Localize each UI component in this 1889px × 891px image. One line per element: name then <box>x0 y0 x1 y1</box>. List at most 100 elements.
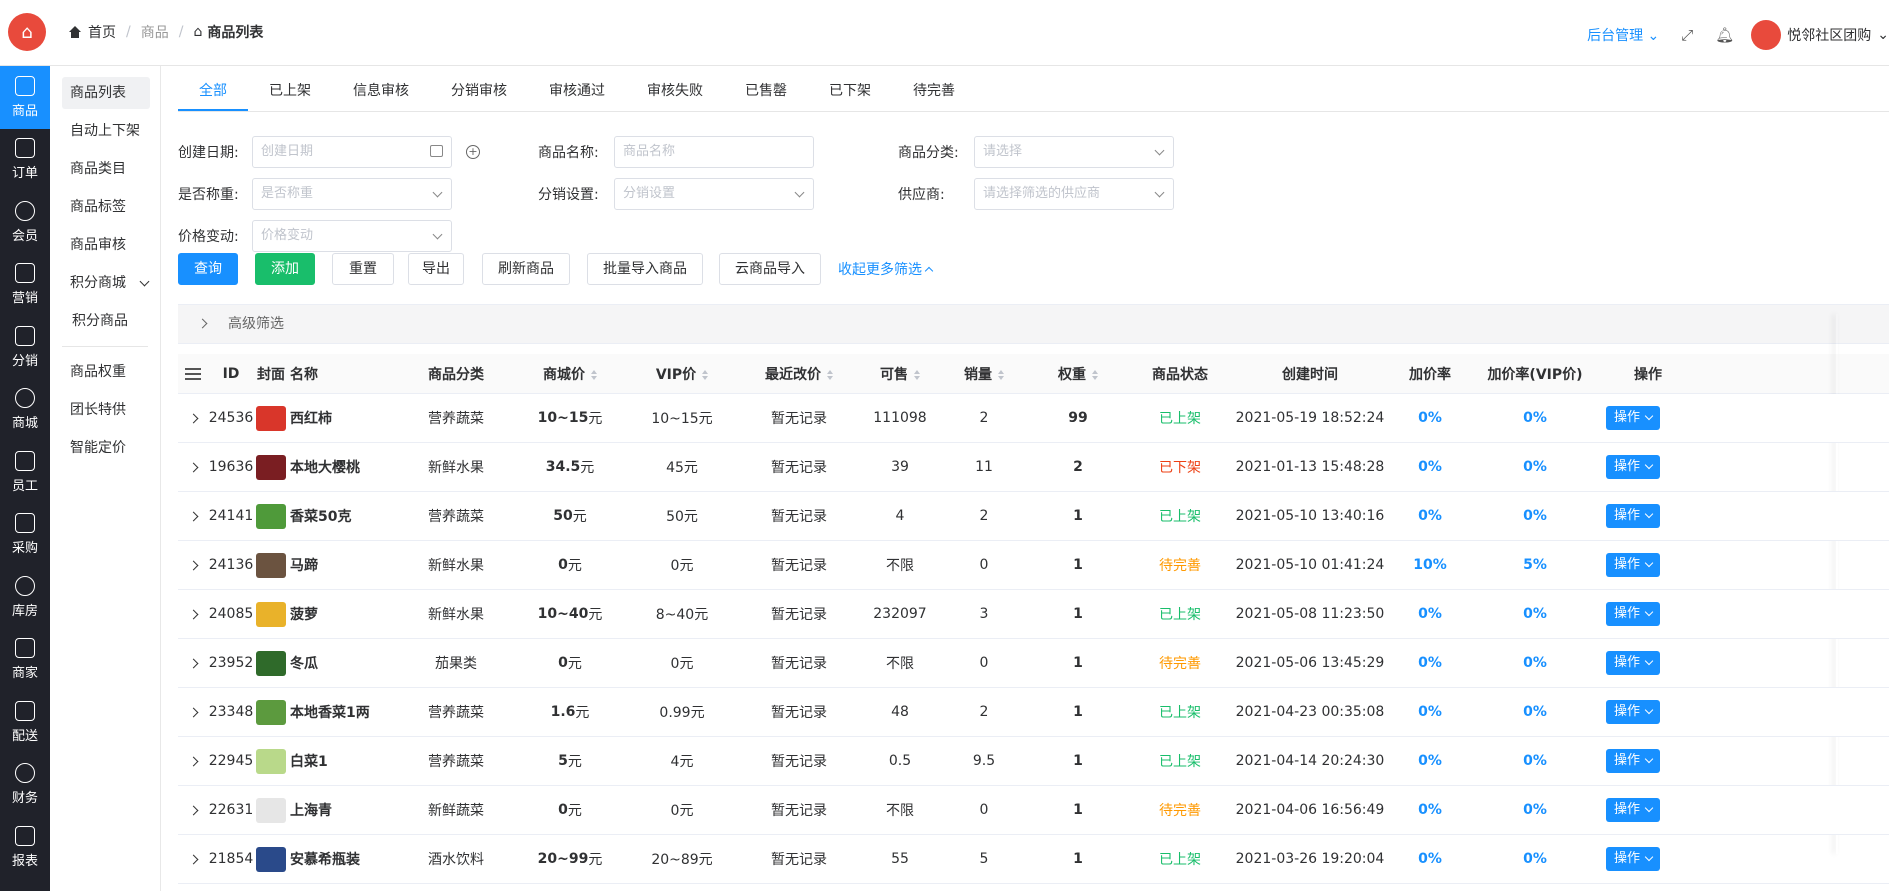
subnav-item-goods-list[interactable]: 商品列表 <box>62 77 150 109</box>
operate-dropdown-button[interactable]: 操作 <box>1606 553 1661 577</box>
table-row[interactable]: 24141 香菜50克 营养蔬菜 50 元 50元 暂无记录 4 2 1 已上架 2021-05-10… <box>178 492 1889 541</box>
subnav-item-tags[interactable]: 商品标签 <box>50 188 160 226</box>
nav-item-share[interactable]: 分销 <box>0 316 50 379</box>
header-weight[interactable]: 权重 <box>1028 354 1128 393</box>
reset-button[interactable]: 重置 <box>332 253 394 285</box>
expand-row-icon[interactable] <box>188 560 198 570</box>
admin-dropdown[interactable]: 后台管理 ⌄ <box>1587 25 1659 45</box>
table-row[interactable]: 19636 本地大樱桃 新鲜水果 34.5 元 45元 暂无记录 39 11 2 已下架 2021-0… <box>178 443 1889 492</box>
expand-row-icon[interactable] <box>188 413 198 423</box>
header-price[interactable]: 商城价 <box>514 354 626 393</box>
expand-row-icon[interactable] <box>188 609 198 619</box>
tab-7[interactable]: 已下架 <box>808 65 892 111</box>
table-row[interactable]: 23348 本地香菜1两 营养蔬菜 1.6 元 0.99元 暂无记录 48 2 1 已上架 2021-… <box>178 688 1889 737</box>
header-vip[interactable]: VIP价 <box>626 354 738 393</box>
expand-row-icon[interactable] <box>188 707 198 717</box>
table-row[interactable]: 23952 冬瓜 茄果类 0 元 0元 暂无记录 不限 0 1 待完善 2021-05-06 13:4… <box>178 639 1889 688</box>
table-row[interactable]: 22631 上海青 新鲜蔬菜 0 元 0元 暂无记录 不限 0 1 待完善 2021-04-06 16… <box>178 786 1889 835</box>
operate-dropdown-button[interactable]: 操作 <box>1606 406 1661 430</box>
sort-icon[interactable] <box>998 369 1004 380</box>
bell-icon[interactable]: 🔔︎ <box>1715 27 1734 43</box>
header-sales[interactable]: 销量 <box>940 354 1028 393</box>
tab-6[interactable]: 已售罄 <box>724 65 808 111</box>
tab-0[interactable]: 全部 <box>178 65 248 111</box>
weigh-select[interactable]: 是否称重 <box>252 178 452 210</box>
distribution-select[interactable]: 分销设置 <box>614 178 814 210</box>
nav-item-document[interactable]: 订单 <box>0 129 50 192</box>
expand-row-icon[interactable] <box>188 854 198 864</box>
subnav-item-weight[interactable]: 商品权重 <box>50 353 160 391</box>
supplier-select[interactable]: 请选择筛选的供应商 <box>974 178 1174 210</box>
nav-item-shop[interactable]: 商家 <box>0 629 50 692</box>
shop-name[interactable]: 悦邻社区团购 <box>1787 25 1871 45</box>
nav-item-clipboard[interactable]: 采购 <box>0 504 50 567</box>
collapse-filters-link[interactable]: 收起更多筛选 <box>838 259 934 279</box>
sort-icon[interactable] <box>702 369 709 380</box>
breadcrumb-section[interactable]: 商品 <box>141 22 169 42</box>
nav-item-chart[interactable]: 报表 <box>0 816 50 879</box>
operate-dropdown-button[interactable]: 操作 <box>1606 798 1661 822</box>
create-date-input[interactable]: 创建日期 <box>252 136 452 168</box>
add-button[interactable]: 添加 <box>255 253 315 285</box>
header-avail[interactable]: 可售 <box>860 354 940 393</box>
category-select[interactable]: 请选择 <box>974 136 1174 168</box>
operate-dropdown-button[interactable]: 操作 <box>1606 847 1661 871</box>
breadcrumb-home[interactable]: 首页 <box>88 22 116 42</box>
fullscreen-icon[interactable]: ⤢ <box>1679 27 1695 43</box>
expand-row-icon[interactable] <box>188 805 198 815</box>
sort-icon[interactable] <box>591 369 597 380</box>
subnav-item-smart-pricing[interactable]: 智能定价 <box>50 429 160 467</box>
operate-dropdown-button[interactable]: 操作 <box>1606 749 1661 773</box>
table-row[interactable]: 24536 西红柿 营养蔬菜 10~15 元 10~15元 暂无记录 111098 2 99 已上架… <box>178 394 1889 443</box>
sort-icon[interactable] <box>1092 369 1098 380</box>
goods-name-input[interactable]: 商品名称 <box>614 136 814 168</box>
nav-item-warehouse[interactable]: 库房 <box>0 566 50 629</box>
expand-row-icon[interactable] <box>188 511 198 521</box>
expand-row-icon[interactable] <box>188 658 198 668</box>
refresh-goods-button[interactable]: 刷新商品 <box>482 253 570 285</box>
operate-dropdown-button[interactable]: 操作 <box>1606 504 1661 528</box>
nav-item-store[interactable]: 商城 <box>0 379 50 442</box>
batch-import-button[interactable]: 批量导入商品 <box>587 253 703 285</box>
subnav-item-auto-shelf[interactable]: 自动上下架 <box>50 112 160 150</box>
sort-icon[interactable] <box>914 369 920 380</box>
advanced-filter-bar[interactable]: 高级筛选 <box>178 304 1889 344</box>
price-change-select[interactable]: 价格变动 <box>252 220 452 252</box>
table-row[interactable]: 22945 白菜1 营养蔬菜 5 元 4元 暂无记录 0.5 9.5 1 已上架 2021-04-14… <box>178 737 1889 786</box>
table-row[interactable]: 24136 马蹄 新鲜水果 0 元 0元 暂无记录 不限 0 1 待完善 2021-05-10 01:… <box>178 541 1889 590</box>
table-row[interactable]: 24085 菠萝 新鲜水果 10~40 元 8~40元 暂无记录 232097 3 1 已上架 202… <box>178 590 1889 639</box>
operate-dropdown-button[interactable]: 操作 <box>1606 455 1661 479</box>
nav-item-truck[interactable]: 配送 <box>0 691 50 754</box>
tab-1[interactable]: 已上架 <box>248 65 332 111</box>
operate-dropdown-button[interactable]: 操作 <box>1606 651 1661 675</box>
avatar[interactable] <box>1751 20 1782 50</box>
nav-item-yen[interactable]: 财务 <box>0 754 50 817</box>
header-last_change[interactable]: 最近改价 <box>738 354 860 393</box>
add-date-icon[interactable]: + <box>466 145 480 159</box>
expand-row-icon[interactable] <box>188 462 198 472</box>
tab-8[interactable]: 待完善 <box>892 65 976 111</box>
operate-dropdown-button[interactable]: 操作 <box>1606 700 1661 724</box>
sort-icon[interactable] <box>827 369 833 380</box>
cloud-import-button[interactable]: 云商品导入 <box>719 253 821 285</box>
subnav-item-category[interactable]: 商品类目 <box>50 150 160 188</box>
operate-dropdown-button[interactable]: 操作 <box>1606 602 1661 626</box>
tab-2[interactable]: 信息审核 <box>332 65 430 111</box>
export-button[interactable]: 导出 <box>408 253 464 285</box>
nav-item-staff[interactable]: 员工 <box>0 441 50 504</box>
house-logo[interactable]: ⌂ <box>8 13 46 51</box>
nav-item-bag[interactable]: 商品 <box>0 66 50 129</box>
subnav-item-leader-special[interactable]: 团长特供 <box>50 391 160 429</box>
chevron-down-icon[interactable]: ⌄ <box>1877 27 1889 43</box>
tab-3[interactable]: 分销审核 <box>430 65 528 111</box>
subnav-item-review[interactable]: 商品审核 <box>50 226 160 264</box>
nav-item-user[interactable]: 会员 <box>0 191 50 254</box>
tab-4[interactable]: 审核通过 <box>528 65 626 111</box>
expand-row-icon[interactable] <box>188 756 198 766</box>
query-button[interactable]: 查询 <box>178 253 238 285</box>
table-row[interactable]: 21854 安慕希瓶装 酒水饮料 20~99 元 20~89元 暂无记录 55 5 1 已上架 202… <box>178 835 1889 884</box>
list-icon[interactable] <box>185 367 201 380</box>
subnav-item-points-mall[interactable]: 积分商城 <box>50 264 160 302</box>
nav-item-gift[interactable]: 营销 <box>0 254 50 317</box>
subnav-item-points-goods[interactable]: 积分商品 <box>50 302 160 340</box>
